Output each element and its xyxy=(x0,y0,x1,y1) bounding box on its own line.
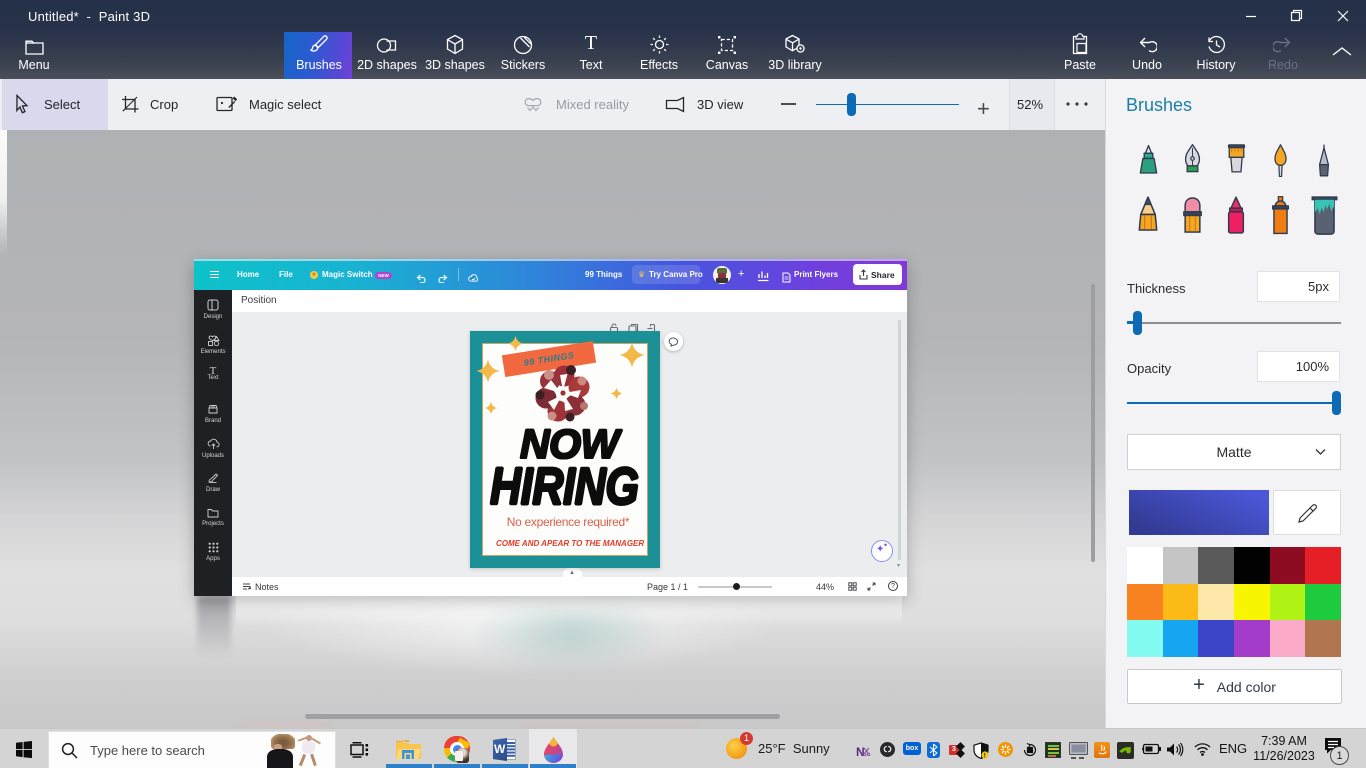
svg-text:!: ! xyxy=(984,754,986,759)
